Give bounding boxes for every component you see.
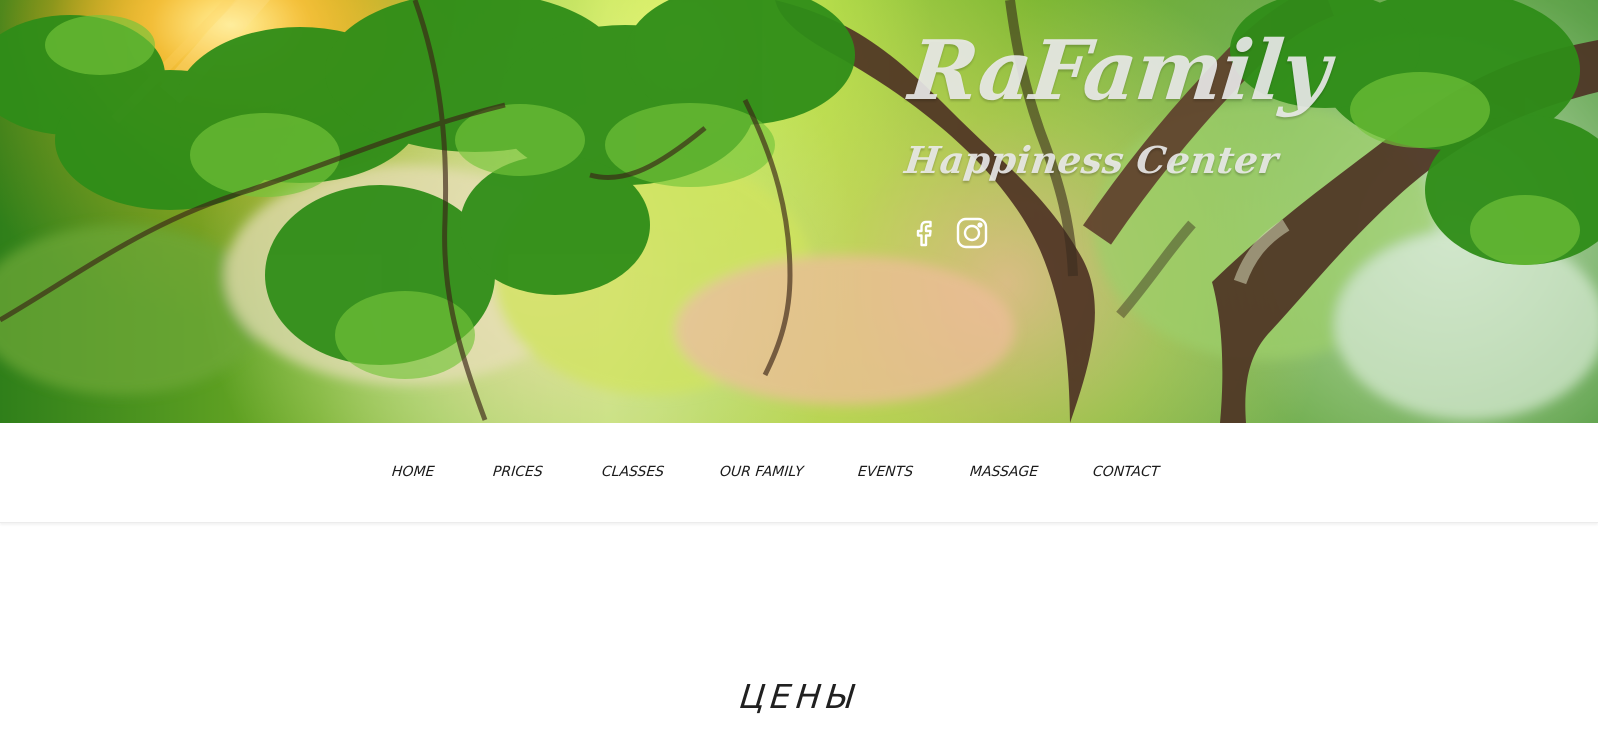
nav-prices[interactable]: PRICES	[492, 464, 543, 480]
nav-home[interactable]: HOME	[391, 464, 435, 480]
facebook-icon	[916, 220, 932, 247]
page: RaFamily Happiness Center HOME PRICES CL…	[0, 0, 1598, 747]
nav-events[interactable]: EVENTS	[857, 464, 914, 480]
tree-background-image	[0, 0, 1598, 423]
nav-massage[interactable]: MASSAGE	[969, 464, 1039, 480]
hero-banner: RaFamily Happiness Center	[0, 0, 1598, 423]
instagram-link[interactable]	[955, 216, 989, 250]
main-navigation: HOME PRICES CLASSES OUR FAMILY EVENTS MA…	[0, 423, 1598, 523]
prices-heading: ЦЕНЫ	[737, 677, 861, 717]
nav-contact[interactable]: CONTACT	[1092, 464, 1160, 480]
brand-subtitle: Happiness Center	[902, 138, 1281, 182]
instagram-icon	[956, 217, 988, 249]
nav-classes[interactable]: CLASSES	[601, 464, 665, 480]
nav-our-family[interactable]: OUR FAMILY	[719, 464, 804, 480]
facebook-link[interactable]	[909, 216, 943, 250]
social-links	[909, 216, 991, 252]
brand-title: RaFamily	[904, 23, 1334, 119]
